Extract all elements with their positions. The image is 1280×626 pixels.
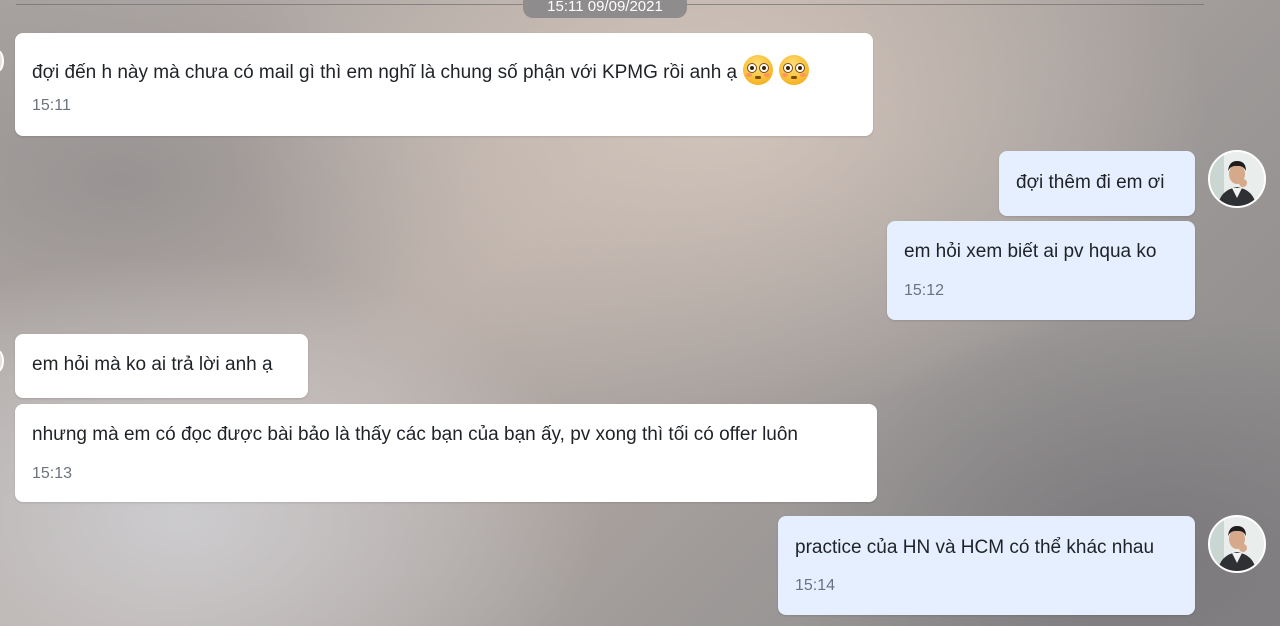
- message-text: em hỏi xem biết ai pv hqua ko: [904, 241, 1157, 262]
- message-text: em hỏi mà ko ai trả lời anh ạ: [32, 354, 273, 375]
- message-text: nhưng mà em có đọc được bài bảo là thấy …: [32, 424, 798, 445]
- user-avatar[interactable]: [1208, 150, 1266, 208]
- message-bubble-incoming[interactable]: đợi đến h này mà chưa có mail gì thì em …: [15, 33, 873, 136]
- message-timestamp: 15:12: [904, 282, 945, 299]
- user-avatar[interactable]: [1208, 515, 1266, 573]
- message-text: đợi thêm đi em ơi: [1016, 172, 1165, 193]
- message-bubble-outgoing[interactable]: em hỏi xem biết ai pv hqua ko 15:12: [887, 221, 1195, 320]
- message-bubble-outgoing[interactable]: đợi thêm đi em ơi: [999, 151, 1195, 216]
- message-text: practice của HN và HCM có thể khác nhau: [795, 537, 1155, 558]
- sender-avatar-edge: [0, 350, 4, 372]
- message-text: đợi đến h này mà chưa có mail gì thì em …: [32, 62, 738, 83]
- flushed-face-icon: [743, 55, 774, 85]
- flushed-face-icon: [779, 55, 810, 85]
- sender-avatar-edge: [0, 50, 4, 72]
- message-bubble-incoming[interactable]: em hỏi mà ko ai trả lời anh ạ: [15, 334, 308, 398]
- message-timestamp: 15:11: [32, 97, 71, 114]
- message-bubble-outgoing[interactable]: practice của HN và HCM có thể khác nhau …: [778, 516, 1195, 615]
- date-separator: 15:11 09/09/2021: [523, 0, 687, 18]
- message-timestamp: 15:14: [795, 577, 836, 594]
- message-timestamp: 15:13: [32, 465, 73, 482]
- message-bubble-incoming[interactable]: nhưng mà em có đọc được bài bảo là thấy …: [15, 404, 877, 502]
